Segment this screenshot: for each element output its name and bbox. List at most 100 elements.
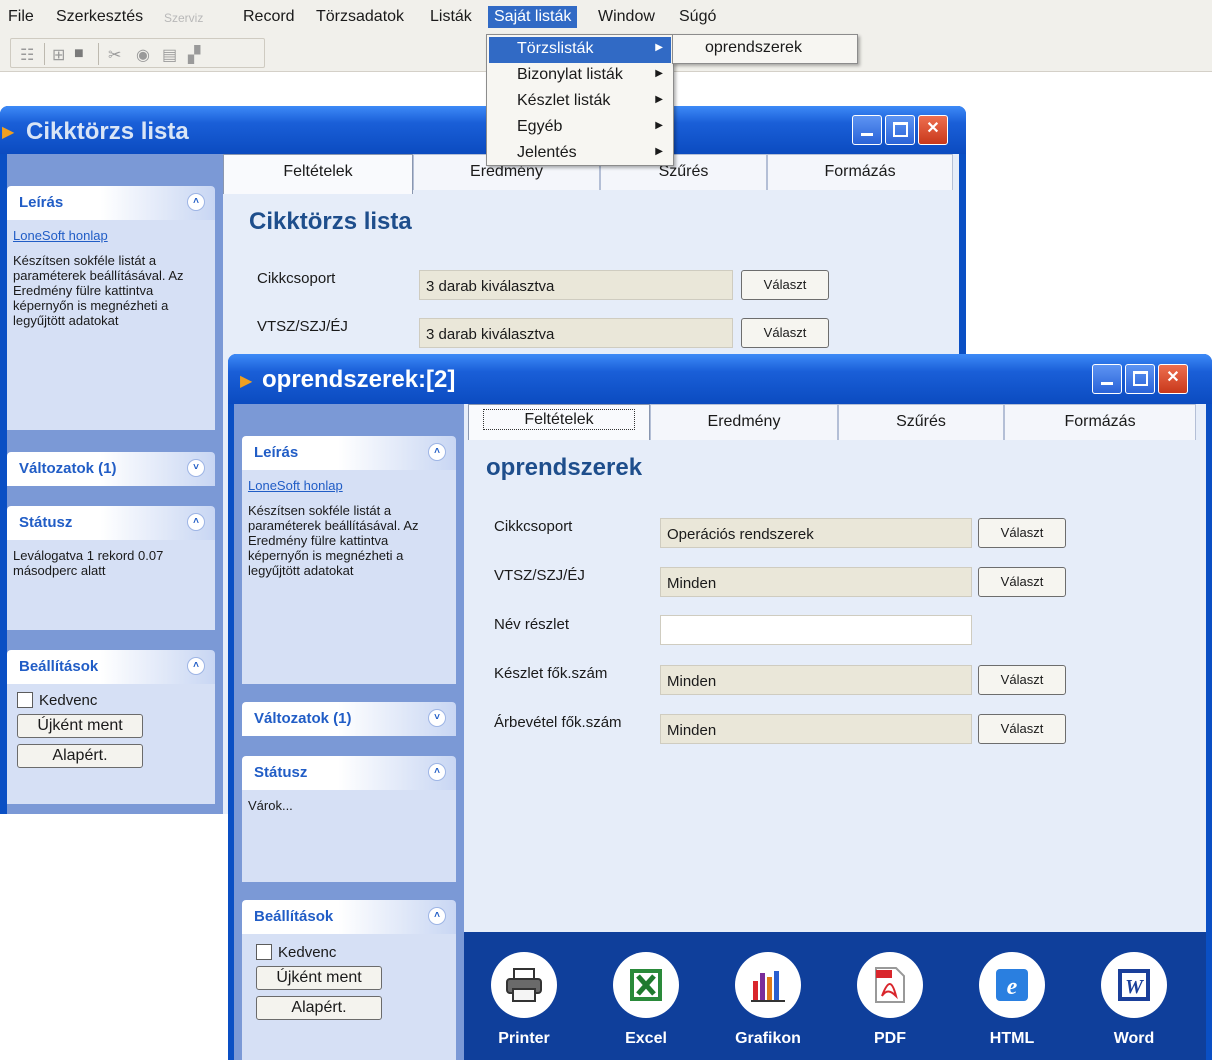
menu-item-keszlet-listak[interactable]: Készlet listák ▶ [489, 89, 671, 115]
menu-listak[interactable]: Listák [430, 8, 472, 26]
close-button[interactable]: ✕ [1158, 364, 1188, 394]
submenu-arrow-icon: ▶ [655, 146, 663, 157]
alapert-button[interactable]: Alapért. [17, 744, 143, 768]
oprendszerek-titlebar[interactable]: ▶ oprendszerek:[2] ✕ [228, 354, 1212, 404]
printer-icon [491, 952, 557, 1018]
expand-chevron-icon[interactable]: ˅ [187, 459, 205, 477]
collapse-chevron-icon[interactable]: ˄ [187, 657, 205, 675]
menu-file[interactable]: File [8, 8, 34, 26]
maximize-button[interactable] [885, 115, 915, 145]
kedvenc-checkbox[interactable] [17, 692, 33, 708]
beallitasok-panel-header[interactable]: Beállítások ˄ [7, 650, 215, 684]
globe-icon[interactable]: ◉ [136, 45, 150, 65]
kedvenc-checkbox-row[interactable]: Kedvenc [17, 692, 205, 708]
torzslistak-submenu: oprendszerek [672, 34, 858, 64]
menu-item-torzslistak[interactable]: Törzslisták ▶ [489, 37, 671, 63]
minimize-button[interactable] [1092, 364, 1122, 394]
menu-item-jelentes[interactable]: Jelentés ▶ [489, 141, 671, 167]
field-value-keszlet-fokszam[interactable]: Minden [660, 665, 972, 695]
valtozatok-panel-header[interactable]: Változatok (1) ˅ [7, 452, 215, 486]
statusz-panel-header[interactable]: Státusz ˄ [7, 506, 215, 540]
statusz-text: Várok... [248, 798, 293, 813]
export-printer-button[interactable]: Printer [484, 952, 564, 1048]
oprendszerek-window-title: oprendszerek:[2] [262, 366, 456, 393]
close-button[interactable]: ✕ [918, 115, 948, 145]
tab-feltetelek[interactable]: Feltételek [223, 154, 413, 194]
menu-sugo[interactable]: Súgó [679, 8, 716, 26]
valtozatok-panel-header[interactable]: Változatok (1) ˅ [242, 702, 456, 736]
kedvenc-checkbox[interactable] [256, 944, 272, 960]
submenu-arrow-icon: ▶ [655, 42, 663, 53]
valaszt-button-vtsz[interactable]: Választ [978, 567, 1066, 597]
ujkent-ment-button[interactable]: Újként ment [17, 714, 143, 738]
users-icon[interactable]: ▞ [188, 45, 200, 65]
lonesoft-link[interactable]: LoneSoft honlap [13, 228, 209, 243]
tree-icon[interactable]: ⊞ [52, 45, 65, 65]
leiras-text: Készítsen sokféle listát a paraméterek b… [13, 253, 184, 328]
tab-label: Formázás [824, 163, 896, 180]
export-html-button[interactable]: e HTML [972, 952, 1052, 1048]
menu-record[interactable]: Record [243, 8, 295, 26]
menu-szerkesztes[interactable]: Szerkesztés [56, 8, 143, 26]
cikktorzs-titlebar[interactable]: ▶ Cikktörzs lista ✕ [0, 106, 966, 154]
field-value-cikkcsoport[interactable]: Operációs rendszerek [660, 518, 972, 548]
export-word-button[interactable]: W Word [1094, 952, 1174, 1048]
menu-item-bizonylat-listak[interactable]: Bizonylat listák ▶ [489, 63, 671, 89]
tab-formazas[interactable]: Formázás [1004, 404, 1196, 440]
collapse-chevron-icon[interactable]: ˄ [428, 763, 446, 781]
valaszt-button-arbevetel-fokszam[interactable]: Választ [978, 714, 1066, 744]
align-icon[interactable]: ▤ [162, 45, 177, 65]
minimize-button[interactable] [852, 115, 882, 145]
menu-torzsadatok[interactable]: Törzsadatok [316, 8, 404, 26]
nev-reszlet-input[interactable] [660, 615, 972, 645]
alapert-button[interactable]: Alapért. [256, 996, 382, 1020]
tools-icon[interactable]: ✂ [108, 45, 121, 65]
statusz-panel-body: Várok... [242, 790, 456, 882]
tab-eredmeny[interactable]: Eredmény [650, 404, 838, 440]
export-grafikon-button[interactable]: Grafikon [728, 952, 808, 1048]
export-label: PDF [874, 1030, 906, 1047]
statusz-text: Leválogatva 1 rekord 0.07 másodperc alat… [13, 548, 164, 578]
tab-formazas[interactable]: Formázás [767, 154, 953, 190]
kedvenc-label: Kedvenc [278, 943, 337, 961]
field-value-arbevetel-fokszam[interactable]: Minden [660, 714, 972, 744]
maximize-button[interactable] [1125, 364, 1155, 394]
valaszt-button-cikkcsoport[interactable]: Választ [741, 270, 829, 300]
collapse-chevron-icon[interactable]: ˄ [187, 193, 205, 211]
export-pdf-button[interactable]: PDF [850, 952, 930, 1048]
menu-szerviz[interactable]: Szerviz [164, 11, 203, 25]
leiras-panel-header[interactable]: Leírás ˄ [7, 186, 215, 220]
tab-szures[interactable]: Szűrés [838, 404, 1004, 440]
collapse-chevron-icon[interactable]: ˄ [428, 443, 446, 461]
valaszt-button-vtsz[interactable]: Választ [741, 318, 829, 348]
ujkent-ment-button[interactable]: Újként ment [256, 966, 382, 990]
tab-feltetelek[interactable]: Feltételek [468, 404, 650, 440]
menu-sajat-listak[interactable]: Saját listák [488, 6, 578, 28]
field-value-cikkcsoport[interactable]: 3 darab kiválasztva [419, 270, 733, 300]
leiras-panel-header[interactable]: Leírás ˄ [242, 436, 456, 470]
menu-window[interactable]: Window [598, 8, 655, 26]
field-label-arbevetel-fokszam: Árbevétel fők.szám [494, 714, 622, 731]
statusz-panel-header[interactable]: Státusz ˄ [242, 756, 456, 790]
collapse-chevron-icon[interactable]: ˄ [187, 513, 205, 531]
list-icon[interactable]: ☷ [20, 45, 34, 65]
statusz-panel-body: Leválogatva 1 rekord 0.07 másodperc alat… [7, 540, 215, 630]
kedvenc-checkbox-row[interactable]: Kedvenc [256, 944, 442, 960]
tab-label: Eredmény [707, 413, 781, 430]
app-arrow-icon: ▶ [240, 373, 253, 390]
menu-item-egyeb[interactable]: Egyéb ▶ [489, 115, 671, 141]
valaszt-button-keszlet-fokszam[interactable]: Választ [978, 665, 1066, 695]
field-value-vtsz[interactable]: 3 darab kiválasztva [419, 318, 733, 348]
field-value-vtsz[interactable]: Minden [660, 567, 972, 597]
expand-chevron-icon[interactable]: ˅ [428, 709, 446, 727]
field-label-cikkcsoport: Cikkcsoport [257, 270, 336, 287]
beallitasok-panel-header[interactable]: Beállítások ˄ [242, 900, 456, 934]
oprendszerek-body: Leírás ˄ LoneSoft honlap Készítsen sokfé… [234, 404, 1206, 1060]
submenu-item-oprendszerek[interactable]: oprendszerek [705, 39, 802, 57]
svg-text:W: W [1125, 976, 1144, 998]
export-excel-button[interactable]: Excel [606, 952, 686, 1048]
document-icon[interactable]: ■ [74, 45, 84, 63]
lonesoft-link[interactable]: LoneSoft honlap [248, 478, 450, 493]
collapse-chevron-icon[interactable]: ˄ [428, 907, 446, 925]
valaszt-button-cikkcsoport[interactable]: Választ [978, 518, 1066, 548]
